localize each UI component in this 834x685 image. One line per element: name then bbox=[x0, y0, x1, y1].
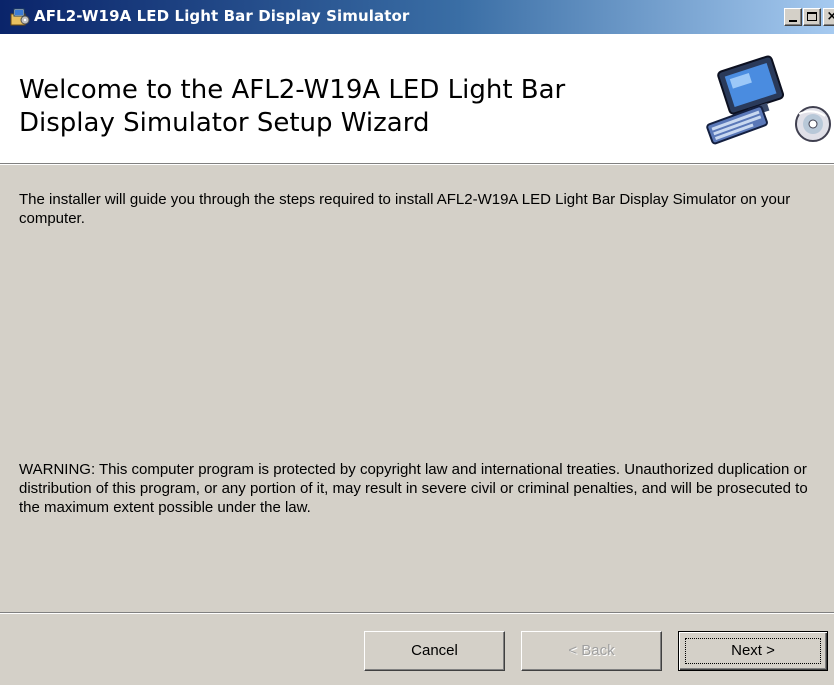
back-button[interactable]: < Back bbox=[521, 631, 662, 671]
minimize-button[interactable] bbox=[784, 8, 802, 26]
maximize-button[interactable] bbox=[803, 8, 821, 26]
copyright-warning: WARNING: This computer program is protec… bbox=[19, 461, 808, 516]
installer-icon bbox=[10, 8, 30, 26]
page-title: Welcome to the AFL2-W19A LED Light Bar D… bbox=[19, 74, 659, 140]
next-button-label: Next > bbox=[731, 642, 775, 659]
cancel-button-label: Cancel bbox=[411, 642, 458, 659]
page-title-line-1: Welcome to the AFL2-W19A LED Light Bar bbox=[19, 75, 566, 105]
wizard-banner: Welcome to the AFL2-W19A LED Light Bar D… bbox=[0, 34, 834, 163]
window-title: AFL2-W19A LED Light Bar Display Simulato… bbox=[34, 7, 410, 25]
back-button-label: < Back bbox=[568, 642, 615, 659]
footer-divider bbox=[0, 612, 834, 614]
close-icon: × bbox=[826, 9, 834, 24]
page-title-line-2: Display Simulator Setup Wizard bbox=[19, 108, 430, 138]
setup-wizard-window: AFL2-W19A LED Light Bar Display Simulato… bbox=[0, 0, 834, 685]
close-button[interactable]: × bbox=[823, 8, 834, 26]
title-bar[interactable]: AFL2-W19A LED Light Bar Display Simulato… bbox=[0, 0, 834, 34]
computer-setup-icon bbox=[695, 52, 834, 152]
next-button[interactable]: Next > bbox=[678, 631, 828, 671]
cancel-button[interactable]: Cancel bbox=[364, 631, 505, 671]
header-divider bbox=[0, 163, 834, 165]
intro-text: The installer will guide you through the… bbox=[19, 191, 791, 227]
maximize-icon bbox=[807, 12, 817, 21]
minimize-icon bbox=[789, 20, 797, 22]
